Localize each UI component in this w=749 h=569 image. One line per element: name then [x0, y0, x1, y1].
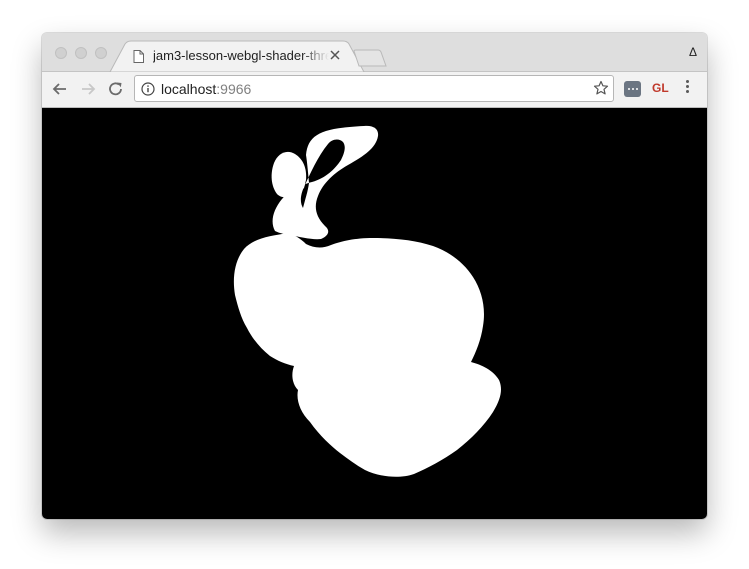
forward-arrow-icon[interactable] — [79, 80, 97, 98]
title-bar: jam3-lesson-webgl-shader-threejs Δ — [42, 33, 707, 72]
webgl-canvas[interactable] — [42, 108, 707, 519]
gl-extension-button[interactable]: GL — [652, 81, 669, 95]
reload-icon[interactable] — [107, 80, 125, 98]
tab-title: jam3-lesson-webgl-shader-threejs — [153, 48, 329, 63]
bunny-silhouette — [233, 125, 501, 477]
back-arrow-icon[interactable] — [51, 80, 69, 98]
new-tab-button[interactable] — [353, 49, 387, 67]
url-text: localhost:9966 — [161, 81, 251, 97]
extension-dots-icon[interactable] — [624, 81, 641, 97]
star-icon[interactable] — [593, 80, 609, 96]
url-port: :9966 — [216, 81, 252, 97]
toolbar: localhost:9966 GL — [42, 72, 707, 108]
browser-window: jam3-lesson-webgl-shader-threejs Δ local… — [42, 33, 707, 519]
more-vertical-icon[interactable] — [686, 80, 690, 98]
page-icon — [133, 50, 144, 63]
url-host: localhost — [161, 81, 217, 97]
profile-indicator[interactable]: Δ — [689, 45, 697, 59]
close-icon[interactable] — [329, 49, 341, 61]
address-bar[interactable]: localhost:9966 — [134, 75, 614, 102]
info-icon[interactable] — [141, 82, 155, 96]
